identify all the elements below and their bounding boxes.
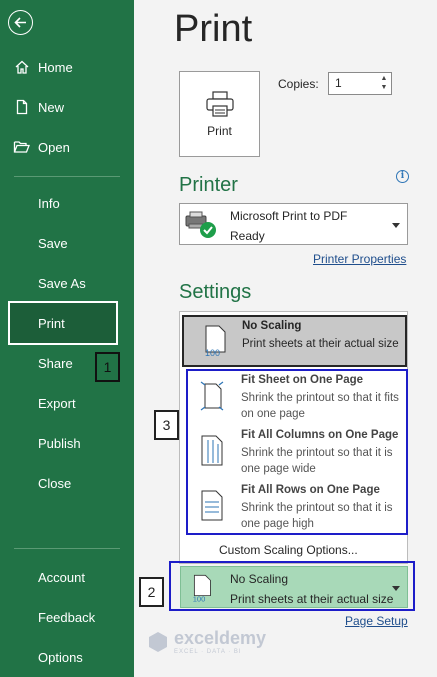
printer-properties-link[interactable]: Printer Properties xyxy=(313,252,406,266)
print-button[interactable]: Print xyxy=(179,71,260,157)
sidebar-item-options[interactable]: Options xyxy=(0,640,134,674)
print-button-label: Print xyxy=(207,124,232,138)
sidebar-item-feedback[interactable]: Feedback xyxy=(0,600,134,634)
sidebar-item-label: Open xyxy=(38,139,70,155)
custom-scaling-options[interactable]: Custom Scaling Options... xyxy=(219,543,358,557)
no-scaling-icon: 100 xyxy=(205,325,226,357)
annotation-number-3: 3 xyxy=(154,410,179,440)
backstage-sidebar: Home New Open Info Save Save As Print Sh… xyxy=(0,0,134,677)
info-icon[interactable]: i xyxy=(396,170,409,183)
sidebar-item-label: Export xyxy=(38,395,76,411)
sidebar-item-label: Feedback xyxy=(38,609,96,625)
sidebar-item-home[interactable]: Home xyxy=(0,50,134,84)
watermark-logo: exceldemy EXCEL · DATA · BI xyxy=(146,628,266,655)
new-document-icon xyxy=(0,99,38,115)
pdf-printer-icon xyxy=(185,211,216,238)
printer-icon xyxy=(205,91,234,117)
settings-heading: Settings xyxy=(179,281,252,303)
back-arrow-icon[interactable] xyxy=(8,10,33,35)
option-description: Print sheets at their actual size xyxy=(242,338,399,350)
sidebar-item-label: Publish xyxy=(38,435,81,451)
sidebar-item-account[interactable]: Account xyxy=(0,560,134,594)
sidebar-divider xyxy=(14,176,120,177)
printer-dropdown[interactable]: Microsoft Print to PDF Ready xyxy=(179,203,408,245)
annotation-highlight-fit-options xyxy=(186,369,408,535)
sidebar-item-print[interactable]: Print xyxy=(8,301,118,345)
chevron-down-icon xyxy=(392,223,400,228)
printer-status: Ready xyxy=(230,229,265,243)
svg-text:100: 100 xyxy=(205,348,220,357)
sidebar-item-publish[interactable]: Publish xyxy=(0,426,134,460)
page-setup-link[interactable]: Page Setup xyxy=(345,614,408,628)
sidebar-item-label: Options xyxy=(38,649,83,665)
sidebar-divider xyxy=(14,548,120,549)
sidebar-item-label: Share xyxy=(38,355,73,371)
annotation-number-1: 1 xyxy=(95,352,120,382)
home-icon xyxy=(0,59,38,75)
sidebar-item-label: Save xyxy=(38,235,68,251)
sidebar-item-close[interactable]: Close xyxy=(0,466,134,500)
folder-open-icon xyxy=(0,139,38,155)
copies-label: Copies: xyxy=(278,77,319,91)
watermark-name: exceldemy xyxy=(174,628,267,648)
sidebar-item-save[interactable]: Save xyxy=(0,226,134,260)
exceldemy-logo-icon xyxy=(149,631,167,652)
sidebar-item-label: Info xyxy=(38,195,60,211)
sidebar-item-label: Save As xyxy=(38,275,86,291)
annotation-number-2: 2 xyxy=(139,577,164,607)
sidebar-item-label: Print xyxy=(38,315,65,331)
sidebar-item-label: Home xyxy=(38,59,73,75)
sidebar-item-open[interactable]: Open xyxy=(0,130,134,164)
printer-heading: Printer xyxy=(179,174,238,196)
sidebar-item-export[interactable]: Export xyxy=(0,386,134,420)
printer-name: Microsoft Print to PDF xyxy=(230,209,348,223)
spin-arrows-icon[interactable]: ▲ ▼ xyxy=(379,74,389,93)
copies-value: 1 xyxy=(335,76,342,90)
option-title: No Scaling xyxy=(242,320,302,332)
sidebar-item-new[interactable]: New xyxy=(0,90,134,124)
sidebar-item-info[interactable]: Info xyxy=(0,186,134,220)
watermark-subtitle: EXCEL · DATA · BI xyxy=(174,649,242,655)
page-title: Print xyxy=(174,8,253,50)
annotation-highlight-scaling-dropdown xyxy=(169,561,415,611)
copies-stepper[interactable]: 1 ▲ ▼ xyxy=(328,72,392,95)
sidebar-item-label: Account xyxy=(38,569,85,585)
sidebar-item-label: Close xyxy=(38,475,72,491)
sidebar-item-save-as[interactable]: Save As xyxy=(0,266,134,300)
option-no-scaling[interactable]: 100 No Scaling Print sheets at their act… xyxy=(182,315,407,367)
sidebar-item-label: New xyxy=(38,99,65,115)
